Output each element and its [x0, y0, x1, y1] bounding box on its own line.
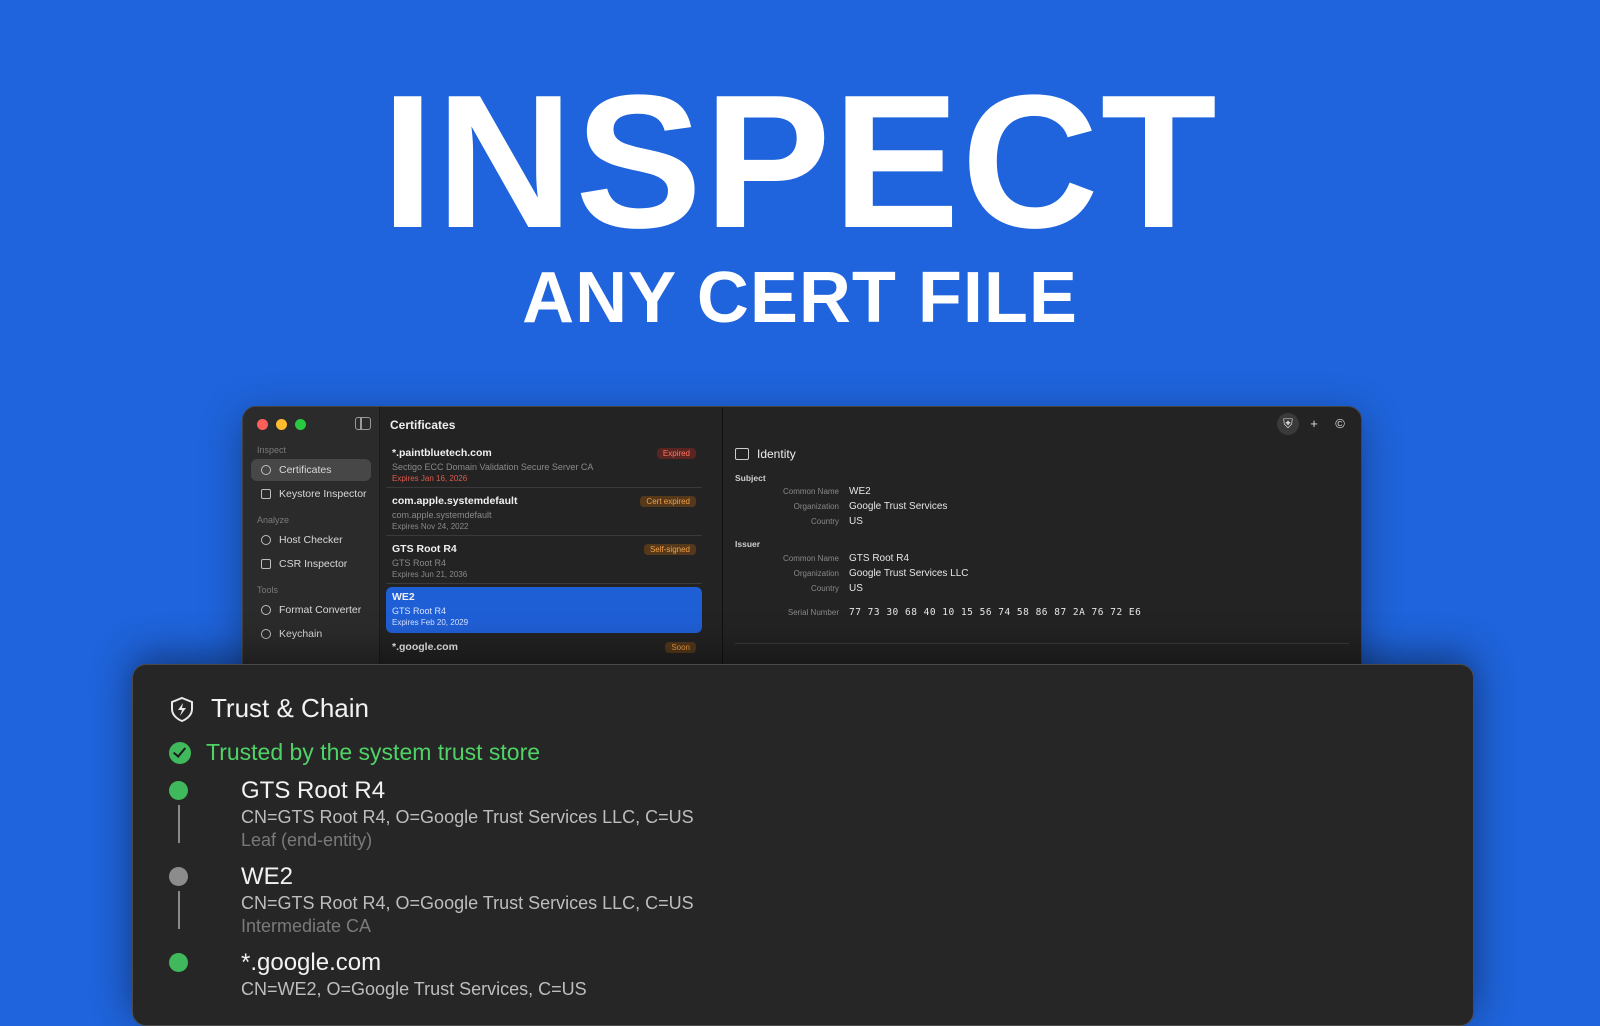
- info-button[interactable]: ©: [1329, 413, 1351, 435]
- chain-cert-name: *.google.com: [241, 949, 382, 976]
- sidebar-item-certificates[interactable]: Certificates: [251, 459, 371, 481]
- list-item[interactable]: com.apple.systemdefault com.apple.system…: [386, 491, 702, 536]
- hero-subtitle: ANY CERT FILE: [522, 258, 1078, 338]
- cert-expiry: Expires Jan 16, 2026: [392, 474, 468, 483]
- list-item[interactable]: GTS Root R4 GTS Root R4 Expires Jun 21, …: [386, 539, 702, 584]
- trust-chain-panel: Trust & Chain Trusted by the system trus…: [132, 664, 1474, 1026]
- shield-icon[interactable]: ⛨: [1277, 413, 1299, 435]
- sidebar-item-label: Format Converter: [279, 604, 362, 616]
- identity-card-icon: [735, 448, 749, 460]
- cert-expiry: Expires Nov 24, 2022: [392, 522, 469, 531]
- sidebar-item-label: Keychain: [279, 628, 323, 640]
- sidebar-item-label: Host Checker: [279, 534, 343, 546]
- detail-pane: ⛨ + © Identity Subject Common Name WE2 O…: [723, 407, 1361, 707]
- convert-icon: [261, 605, 271, 615]
- subject-cn-key: Common Name: [782, 487, 839, 496]
- close-button[interactable]: [257, 419, 268, 430]
- issuer-country-key: Country: [810, 584, 839, 593]
- cert-expiry: Expires Feb 20, 2029: [392, 618, 469, 627]
- sidebar-item-csr-inspector[interactable]: CSR Inspector: [251, 553, 371, 575]
- cert-name: *.paintbluetech.com: [392, 447, 492, 459]
- issuer-cn-key: Common Name: [782, 554, 839, 563]
- cert-issuer: GTS Root R4: [392, 606, 447, 616]
- zoom-button[interactable]: [295, 419, 306, 430]
- cert-issuer: GTS Root R4: [392, 558, 447, 568]
- key-icon: [261, 629, 271, 639]
- sidebar-section-tools: Tools: [257, 585, 279, 595]
- issuer-cn-value: GTS Root R4: [849, 553, 910, 564]
- add-button[interactable]: +: [1303, 413, 1325, 435]
- sidebar-item-host-checker[interactable]: Host Checker: [251, 529, 371, 551]
- divider: [735, 643, 1349, 644]
- sidebar-item-label: Certificates: [279, 464, 332, 476]
- chain-cert-dn: CN=WE2, O=Google Trust Services, C=US: [241, 979, 587, 999]
- issuer-label: Issuer: [735, 539, 761, 549]
- serial-value: 77 73 30 68 40 10 15 56 74 58 86 87 2A 7…: [849, 607, 1142, 618]
- csr-icon: [261, 559, 271, 569]
- cert-name: com.apple.systemdefault: [392, 495, 518, 507]
- chain-status-dot: [169, 953, 188, 972]
- trust-chain-header: Trust & Chain: [169, 693, 369, 724]
- list-item-selected[interactable]: WE2 GTS Root R4 Expires Feb 20, 2029: [386, 587, 702, 633]
- status-badge: Self-signed: [643, 544, 696, 555]
- check-circle-icon: [169, 741, 191, 764]
- trust-status: Trusted by the system trust store: [169, 739, 540, 766]
- issuer-org-key: Organization: [793, 569, 839, 578]
- chain-cert-name: WE2: [241, 863, 294, 890]
- cert-name: *.google.com: [392, 641, 458, 653]
- cert-name: WE2: [392, 591, 415, 603]
- sidebar-item-label: Keystore Inspector: [279, 488, 367, 500]
- cert-issuer: com.apple.systemdefault: [392, 510, 492, 520]
- status-badge: Soon: [665, 642, 696, 653]
- status-badge: Cert expired: [640, 496, 696, 507]
- subject-org-value: Google Trust Services: [849, 501, 948, 512]
- sidebar-item-format-converter[interactable]: Format Converter: [251, 599, 371, 621]
- cert-expiry: Expires Jun 21, 2036: [392, 570, 468, 579]
- keystore-icon: [261, 489, 271, 499]
- certificate-list: Certificates *.paintbluetech.com Sectigo…: [380, 407, 723, 707]
- shield-icon: [171, 696, 193, 722]
- window-controls: [257, 419, 306, 430]
- host-icon: [261, 535, 271, 545]
- minimize-button[interactable]: [276, 419, 287, 430]
- cert-name: GTS Root R4: [392, 543, 457, 555]
- status-badge: Expired: [656, 448, 696, 459]
- issuer-org-value: Google Trust Services LLC: [849, 568, 969, 579]
- list-item[interactable]: *.paintbluetech.com Sectigo ECC Domain V…: [386, 443, 702, 488]
- panel-title: Trust & Chain: [211, 693, 369, 723]
- chain-cert-name: GTS Root R4: [241, 777, 386, 804]
- chain-connector: [178, 805, 180, 843]
- chain-status-dot: [169, 781, 188, 800]
- subject-country-key: Country: [810, 517, 839, 526]
- subject-label: Subject: [735, 473, 766, 483]
- app-window: Inspect Certificates Keystore Inspector …: [242, 406, 1362, 708]
- sidebar-section-analyze: Analyze: [257, 515, 290, 525]
- sidebar: Inspect Certificates Keystore Inspector …: [243, 407, 380, 707]
- sidebar-toggle-icon[interactable]: [355, 417, 371, 430]
- chain-cert-dn: CN=GTS Root R4, O=Google Trust Services …: [241, 807, 694, 827]
- subject-cn-value: WE2: [849, 486, 871, 497]
- certificate-icon: [261, 465, 271, 475]
- subject-country-value: US: [849, 516, 863, 527]
- issuer-country-value: US: [849, 583, 863, 594]
- sidebar-item-keychain[interactable]: Keychain: [251, 623, 371, 645]
- list-title: Certificates: [390, 418, 456, 432]
- serial-key: Serial Number: [787, 608, 839, 617]
- subject-org-key: Organization: [793, 502, 839, 511]
- sidebar-item-keystore-inspector[interactable]: Keystore Inspector: [251, 483, 371, 505]
- hero-title: INSPECT: [381, 56, 1219, 268]
- trust-status-text: Trusted by the system trust store: [206, 739, 541, 765]
- chain-cert-dn: CN=GTS Root R4, O=Google Trust Services …: [241, 893, 694, 913]
- chain-status-dot: [169, 867, 188, 886]
- sidebar-item-label: CSR Inspector: [279, 558, 348, 570]
- identity-heading: Identity: [735, 447, 796, 461]
- cert-issuer: Sectigo ECC Domain Validation Secure Ser…: [392, 462, 594, 472]
- chain-cert-role: Intermediate CA: [241, 916, 372, 936]
- identity-heading-label: Identity: [757, 447, 796, 461]
- chain-cert-role: Leaf (end-entity): [241, 830, 373, 850]
- chain-connector: [178, 891, 180, 929]
- sidebar-section-inspect: Inspect: [257, 445, 287, 455]
